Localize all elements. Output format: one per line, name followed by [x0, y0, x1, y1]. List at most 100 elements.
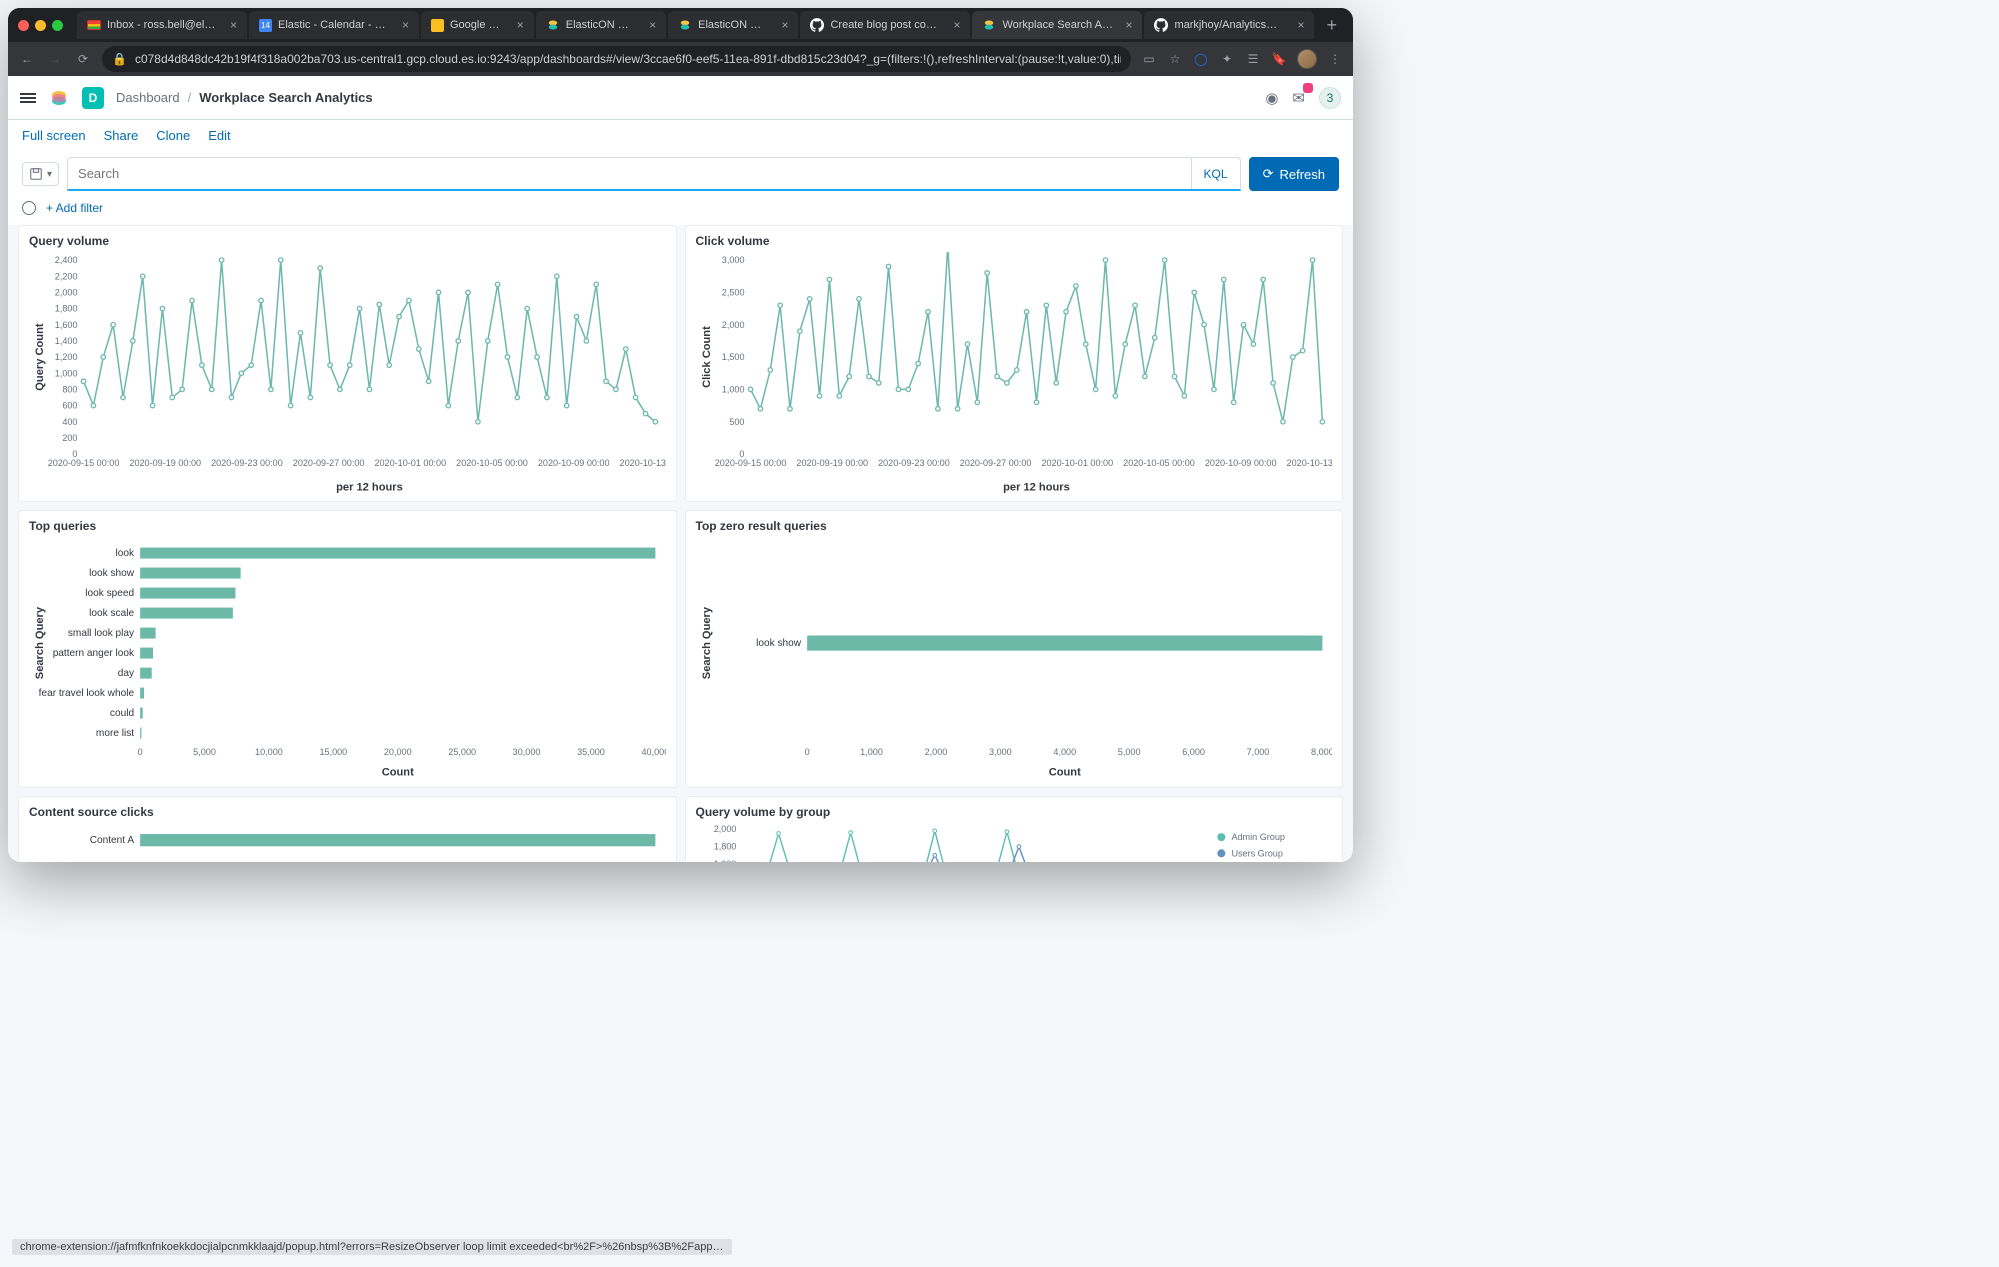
panel-top_zero: Top zero result querieslook show01,0002,… — [685, 510, 1344, 787]
svg-text:15,000: 15,000 — [319, 748, 347, 758]
svg-text:2020-10-13 00:00: 2020-10-13 00:00 — [1286, 458, 1332, 468]
space-badge[interactable]: D — [82, 87, 104, 109]
top_queries-chart: looklook showlook speedlook scalesmall l… — [29, 537, 666, 779]
close-tab-icon[interactable]: × — [1297, 18, 1304, 32]
svg-text:2,400: 2,400 — [55, 255, 78, 265]
profile-avatar[interactable] — [1297, 49, 1317, 69]
browser-tab[interactable]: Google Keep × — [421, 11, 534, 39]
svg-text:Count: Count — [382, 767, 414, 779]
browser-tab[interactable]: Create blog post content to ill× — [800, 11, 970, 39]
svg-text:more list: more list — [96, 729, 134, 740]
svg-text:0: 0 — [804, 748, 809, 758]
list-ext-icon[interactable]: ☰ — [1245, 51, 1261, 67]
close-tab-icon[interactable]: × — [649, 18, 656, 32]
menu-icon[interactable]: ⋮ — [1327, 51, 1343, 67]
forward-icon[interactable]: → — [46, 52, 64, 66]
tab-title: Google Keep — [450, 19, 505, 31]
svg-text:Admin Group: Admin Group — [1231, 832, 1285, 842]
github-favicon-icon — [810, 18, 824, 32]
svg-text:2020-09-23 00:00: 2020-09-23 00:00 — [211, 458, 283, 468]
puzzle-icon[interactable]: ✦ — [1219, 51, 1235, 67]
filter-row: + Add filter — [8, 197, 1353, 225]
svg-text:1,000: 1,000 — [721, 384, 744, 394]
panel-click_volume: Click volume 05001,0001,5002,0002,5003,0… — [685, 225, 1344, 502]
elastic-logo-icon[interactable] — [48, 87, 70, 109]
add-filter-link[interactable]: + Add filter — [46, 201, 103, 215]
notification-count-badge[interactable]: 3 — [1319, 87, 1341, 109]
svg-text:2,000: 2,000 — [55, 287, 78, 297]
new-tab-button[interactable]: + — [1320, 15, 1343, 36]
browser-tab[interactable]: 14Elastic - Calendar - Week of O× — [249, 11, 419, 39]
svg-text:Users Group: Users Group — [1231, 848, 1282, 858]
tab-title: ElasticON Global — [566, 19, 637, 31]
saved-query-button[interactable]: ▾ — [22, 162, 59, 186]
svg-text:35,000: 35,000 — [577, 748, 605, 758]
qv_group-chart: 1,4001,6001,8002,000Admin GroupUsers Gro… — [696, 823, 1333, 862]
svg-text:200: 200 — [62, 433, 77, 443]
newsfeed-icon[interactable]: ✉ — [1292, 89, 1305, 107]
content_clicks-chart: Content ACount — [29, 823, 666, 862]
tab-title: ElasticON Global — [698, 19, 769, 31]
close-tab-icon[interactable]: × — [230, 18, 237, 32]
reload-icon[interactable]: ⟳ — [74, 52, 92, 66]
query_volume-chart: 02004006008001,0001,2001,4001,6001,8002,… — [29, 252, 666, 494]
svg-text:2020-09-23 00:00: 2020-09-23 00:00 — [878, 458, 950, 468]
query-bar[interactable]: KQL — [67, 157, 1241, 191]
help-icon[interactable]: ◉ — [1265, 89, 1278, 107]
close-tab-icon[interactable]: × — [953, 18, 960, 32]
svg-text:5,000: 5,000 — [193, 748, 216, 758]
refresh-button[interactable]: ⟳ Refresh — [1249, 157, 1339, 191]
kibana-app: D Dashboard / Workplace Search Analytics… — [8, 76, 1353, 862]
bookmark-ext-icon[interactable]: 🔖 — [1271, 51, 1287, 67]
svg-text:1,600: 1,600 — [713, 859, 736, 862]
refresh-label: Refresh — [1279, 167, 1325, 182]
browser-tab[interactable]: Workplace Search Analytics -× — [972, 11, 1142, 39]
svg-text:could: could — [110, 709, 134, 720]
browser-tab[interactable]: ElasticON Global × — [536, 11, 666, 39]
cal-favicon-icon: 14 — [259, 18, 272, 32]
refresh-icon: ⟳ — [1263, 166, 1274, 182]
browser-tab[interactable]: markjhoy/AnalyticsGenerator× — [1144, 11, 1314, 39]
close-tab-icon[interactable]: × — [402, 18, 409, 32]
close-tab-icon[interactable]: × — [1125, 18, 1132, 32]
subnav-share[interactable]: Share — [104, 128, 139, 143]
breadcrumb: Dashboard / Workplace Search Analytics — [116, 90, 373, 105]
svg-text:2020-09-27 00:00: 2020-09-27 00:00 — [959, 458, 1031, 468]
svg-text:look show: look show — [89, 569, 135, 580]
svg-text:30,000: 30,000 — [513, 748, 541, 758]
svg-text:400: 400 — [62, 417, 77, 427]
url-field[interactable]: 🔒 — [102, 46, 1131, 72]
svg-text:2020-10-05 00:00: 2020-10-05 00:00 — [456, 458, 528, 468]
svg-text:2020-10-09 00:00: 2020-10-09 00:00 — [1204, 458, 1276, 468]
svg-text:look speed: look speed — [85, 589, 134, 600]
subnav-clone[interactable]: Clone — [156, 128, 190, 143]
browser-tab[interactable]: Inbox - ross.bell@elastic.co -× — [77, 11, 247, 39]
minimize-window-icon[interactable] — [35, 20, 46, 31]
search-input[interactable] — [68, 158, 1191, 189]
browser-tab[interactable]: ElasticON Global × — [668, 11, 798, 39]
window-controls — [18, 20, 63, 31]
close-tab-icon[interactable]: × — [517, 18, 524, 32]
close-window-icon[interactable] — [18, 20, 29, 31]
filter-icon[interactable] — [22, 201, 36, 215]
click_volume-chart: 05001,0001,5002,0002,5003,0002020-09-15 … — [696, 252, 1333, 494]
back-icon[interactable]: ← — [18, 52, 36, 66]
svg-text:2,500: 2,500 — [721, 287, 744, 297]
window-icon[interactable]: ▭ — [1141, 51, 1157, 67]
svg-text:40,000: 40,000 — [641, 748, 665, 758]
hamburger-icon[interactable] — [20, 91, 36, 105]
subnav-full-screen[interactable]: Full screen — [22, 128, 86, 143]
kql-toggle[interactable]: KQL — [1191, 158, 1240, 189]
maximize-window-icon[interactable] — [52, 20, 63, 31]
panel-title: Top queries — [29, 519, 666, 533]
breadcrumb-root[interactable]: Dashboard — [116, 90, 180, 105]
star-icon[interactable]: ☆ — [1167, 51, 1183, 67]
elastic-favicon-icon — [546, 18, 560, 32]
close-tab-icon[interactable]: × — [781, 18, 788, 32]
subnav-edit[interactable]: Edit — [208, 128, 230, 143]
svg-text:10,000: 10,000 — [255, 748, 283, 758]
url-input[interactable] — [135, 52, 1121, 66]
disk-icon — [29, 167, 43, 181]
circle-ext-icon[interactable]: ◯ — [1193, 51, 1209, 67]
svg-text:Click Count: Click Count — [701, 326, 713, 388]
